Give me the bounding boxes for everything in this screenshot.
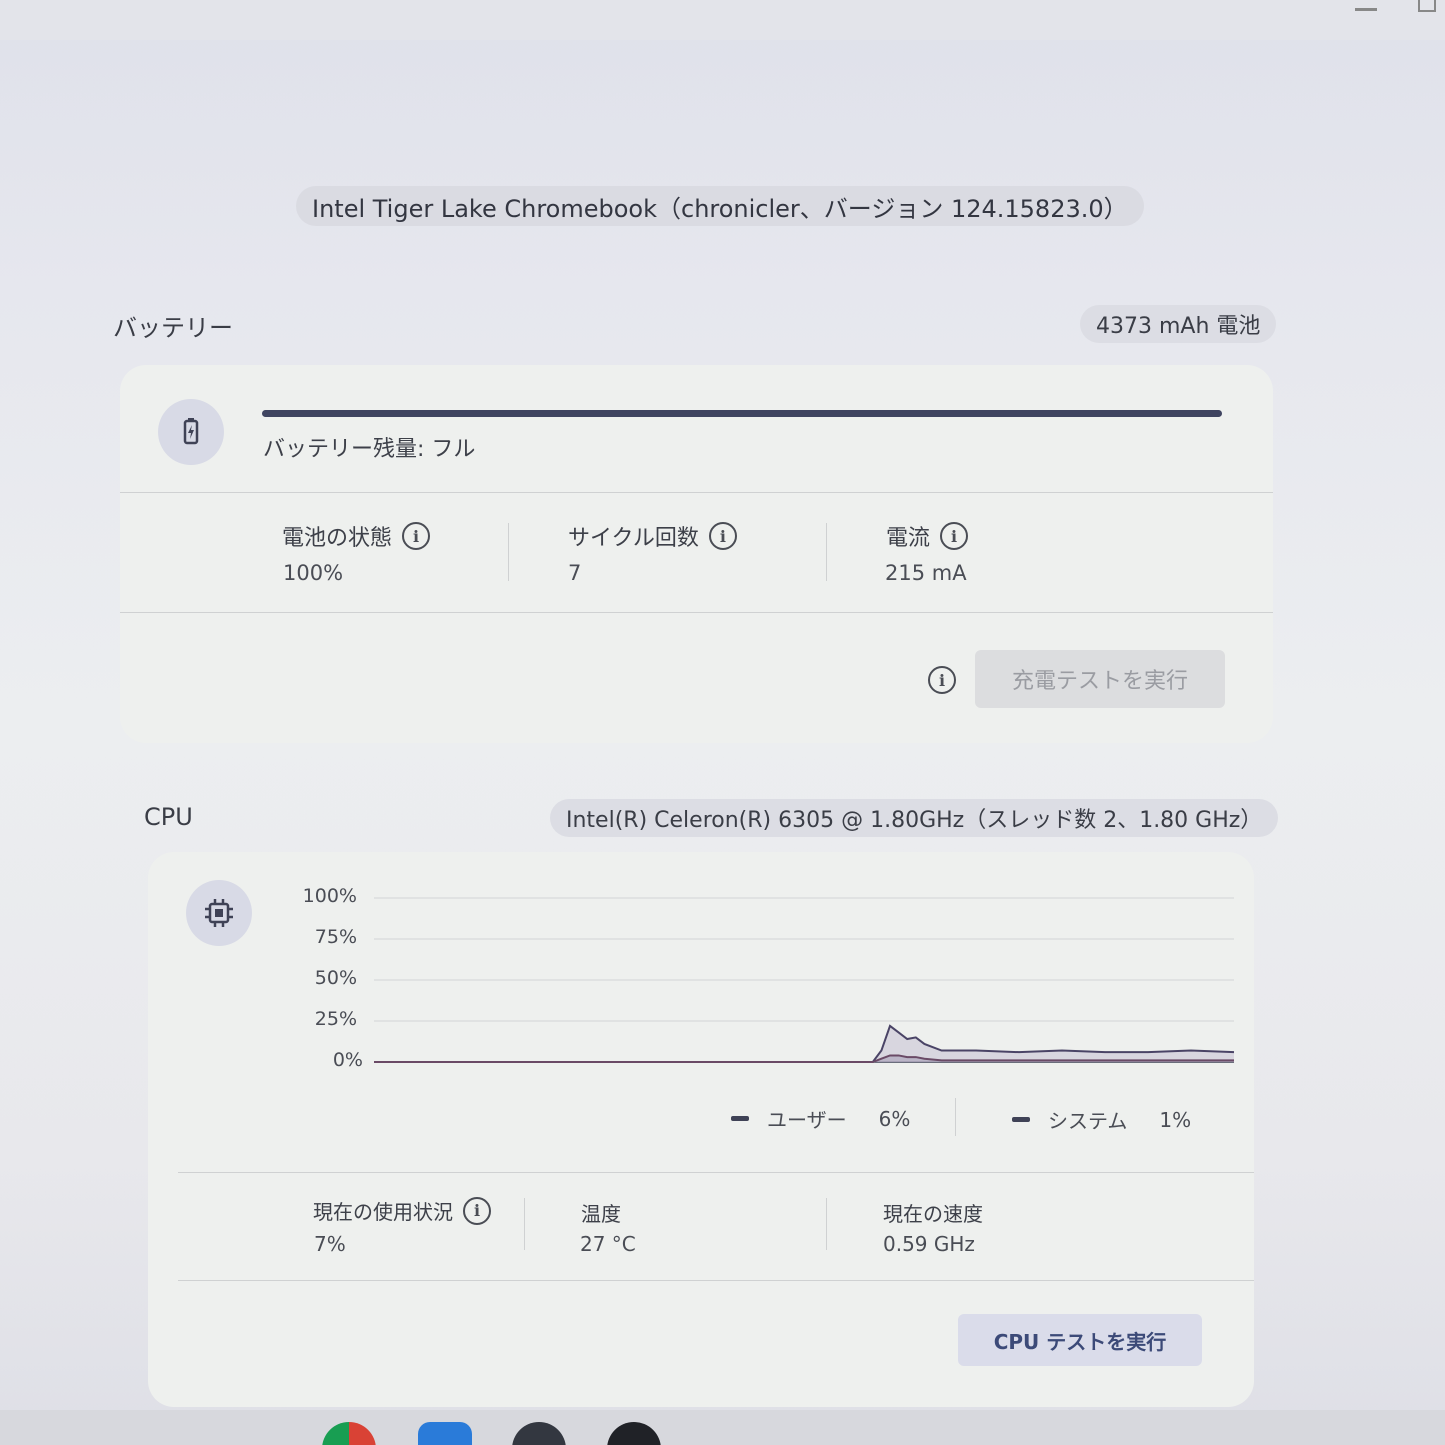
battery-health-value: 100% [283, 561, 344, 585]
current-label: 電流 i [886, 520, 969, 552]
window-titlebar [0, 0, 1445, 40]
battery-level-label: バッテリー残量: フル [263, 437, 476, 462]
battery-level-bar [262, 410, 1222, 417]
current-usage-label: 現在の使用状況 i [313, 1196, 491, 1225]
run-cpu-test-button[interactable]: CPU テストを実行 [958, 1314, 1202, 1366]
divider [508, 523, 509, 581]
current-speed-value: 0.59 GHz [883, 1232, 975, 1256]
minimize-icon[interactable] [1355, 8, 1377, 11]
divider [524, 1198, 525, 1250]
divider [955, 1098, 956, 1136]
cpu-usage-chart [374, 897, 1235, 1063]
info-icon[interactable]: i [708, 522, 737, 550]
y-tick-label: 0% [332, 1049, 363, 1071]
info-icon[interactable]: i [928, 666, 956, 694]
y-tick-label: 50% [314, 967, 357, 989]
divider [120, 492, 1273, 493]
divider [178, 1172, 1254, 1173]
current-value: 215 mA [885, 561, 967, 585]
cpu-chip-icon [205, 899, 233, 927]
divider [178, 1280, 1254, 1281]
current-usage-value: 7% [314, 1232, 346, 1256]
cpu-card: 100% 75% 50% 25% 0% ユーザー 6% システム 1% 現在の使… [148, 852, 1254, 1407]
legend-system-swatch [1012, 1117, 1030, 1122]
legend-user-swatch [731, 1116, 749, 1121]
y-tick-label: 100% [302, 885, 357, 907]
system-shelf [0, 1410, 1445, 1445]
legend-system-label: システム [1048, 1109, 1128, 1133]
battery-health-label: 電池の状態 i [282, 520, 431, 552]
maximize-icon[interactable] [1418, 0, 1436, 12]
y-tick-label: 75% [314, 926, 357, 948]
divider [826, 1198, 827, 1250]
temperature-value: 27 °C [580, 1232, 636, 1256]
legend-system-value: 1% [1159, 1107, 1192, 1132]
current-text: 電流 [886, 526, 931, 551]
legend-system: システム 1% [1012, 1105, 1191, 1134]
files-app-icon[interactable] [418, 1422, 472, 1445]
divider [826, 523, 827, 581]
battery-level-fill [262, 410, 1222, 417]
divider [120, 612, 1273, 613]
info-icon[interactable]: i [463, 1196, 491, 1225]
current-speed-label: 現在の速度 [883, 1202, 983, 1226]
run-charge-test-button[interactable]: 充電テストを実行 [975, 650, 1225, 708]
cpu-section-title: CPU [144, 803, 193, 831]
battery-card: バッテリー残量: フル 電池の状態 i 100% サイクル回数 i 7 電流 i… [120, 365, 1273, 743]
legend-user: ユーザー 6% [731, 1104, 910, 1133]
cycle-count-value: 7 [568, 561, 582, 585]
current-usage-text: 現在の使用状況 [313, 1200, 453, 1224]
cpu-model-chip: Intel(R) Celeron(R) 6305 @ 1.80GHz（スレッド数… [550, 799, 1279, 837]
y-tick-label: 25% [314, 1008, 357, 1030]
battery-icon-badge [158, 399, 224, 465]
cpu-icon-badge [186, 880, 252, 946]
info-icon[interactable]: i [402, 522, 431, 550]
legend-user-label: ユーザー [767, 1108, 847, 1132]
legend-user-value: 6% [878, 1106, 911, 1131]
temperature-label: 温度 [581, 1202, 621, 1226]
battery-health-text: 電池の状態 [282, 526, 393, 551]
battery-charging-icon [183, 418, 199, 445]
device-info-chip: Intel Tiger Lake Chromebook（chronicler、バ… [296, 186, 1144, 226]
cycle-count-text: サイクル回数 [568, 526, 699, 551]
series-area-user [374, 1025, 1234, 1062]
battery-capacity-chip: 4373 mAh 電池 [1080, 305, 1277, 343]
cycle-count-label: サイクル回数 i [568, 520, 737, 552]
battery-section-title: バッテリー [113, 314, 233, 342]
info-icon[interactable]: i [940, 522, 969, 550]
